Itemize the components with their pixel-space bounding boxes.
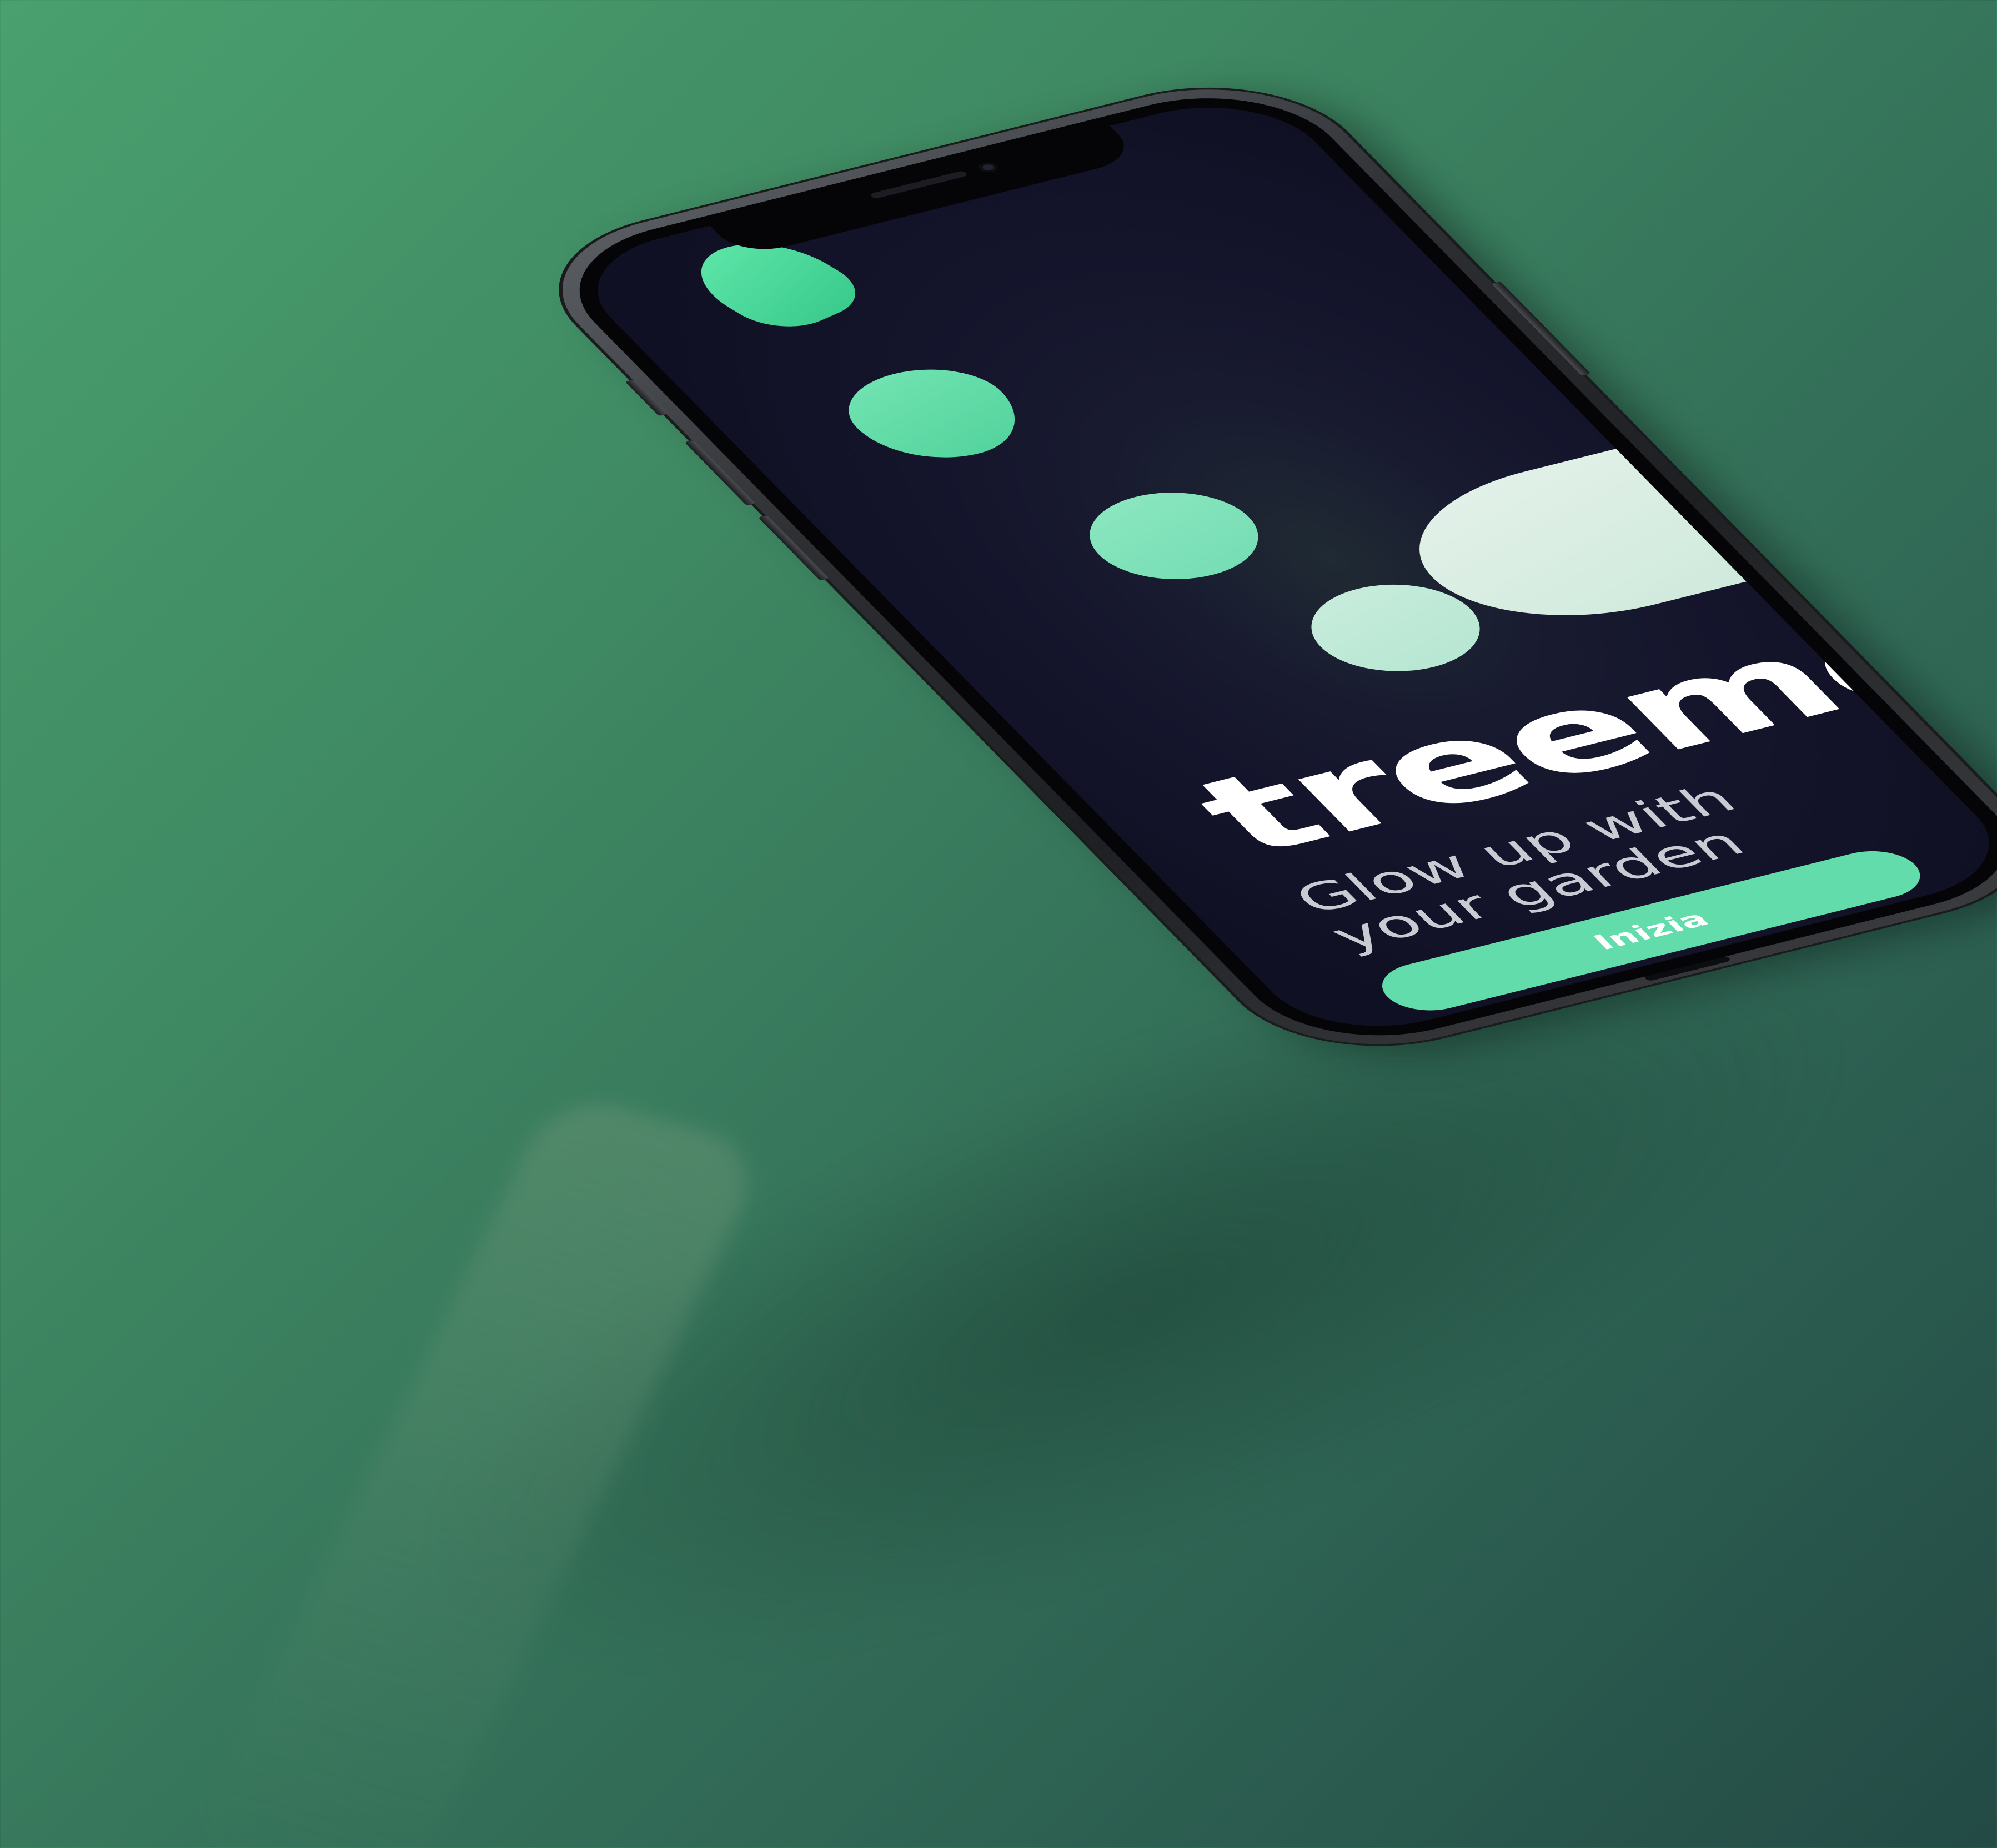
circle-blob-icon	[1061, 478, 1287, 594]
phone-mockup: treeme Glow up with your garden Inizia	[0, 0, 1997, 1848]
phone-body: treeme Glow up with your garden Inizia	[511, 64, 1997, 1070]
app-screen: treeme Glow up with your garden Inizia	[558, 88, 1997, 1046]
phone-notch	[710, 125, 1141, 258]
leaf-blob-icon	[821, 355, 1046, 473]
front-camera-icon	[975, 160, 1001, 174]
